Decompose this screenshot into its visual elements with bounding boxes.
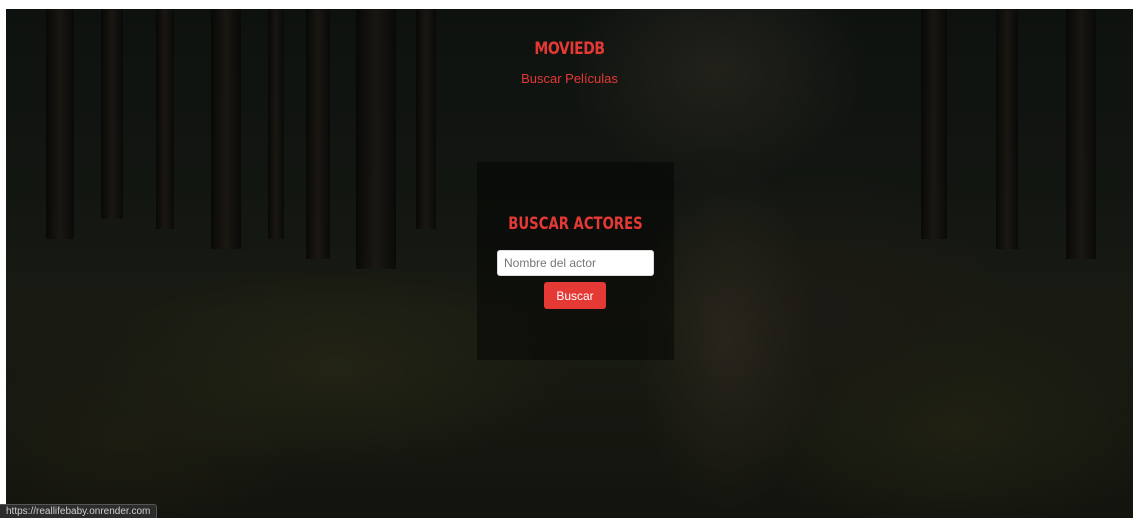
actor-search-panel: BUSCAR ACTORES Buscar xyxy=(477,162,674,360)
nav-link-buscar-peliculas[interactable]: Buscar Películas xyxy=(6,71,1133,86)
actor-name-input[interactable] xyxy=(497,250,654,276)
background-forest-image: MOVIEDB Buscar Películas BUSCAR ACTORES … xyxy=(6,9,1133,518)
panel-title: BUSCAR ACTORES xyxy=(508,214,643,234)
status-bar-url: https://reallifebaby.onrender.com xyxy=(0,504,158,518)
page: MOVIEDB Buscar Películas BUSCAR ACTORES … xyxy=(0,0,1135,518)
search-button[interactable]: Buscar xyxy=(544,282,606,309)
site-title: MOVIEDB xyxy=(534,39,605,59)
